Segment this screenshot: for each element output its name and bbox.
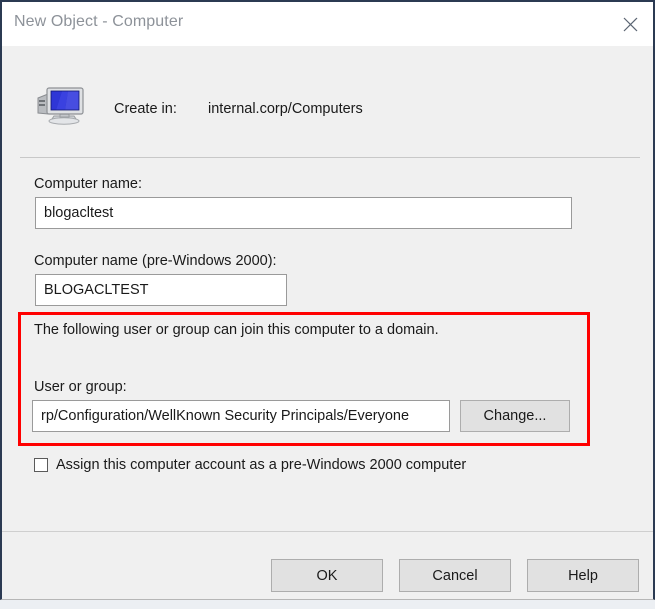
computer-name-input[interactable] xyxy=(35,197,572,229)
title-bar: New Object - Computer xyxy=(2,2,653,46)
create-in-label: Create in: xyxy=(114,101,177,117)
window-title: New Object - Computer xyxy=(14,13,184,30)
new-object-computer-dialog: New Object - Computer Create in: interna… xyxy=(0,0,655,600)
close-icon[interactable] xyxy=(607,2,653,46)
computer-name-label: Computer name: xyxy=(34,176,142,192)
create-in-row: Create in: internal.corp/Computers xyxy=(2,46,653,157)
help-button[interactable]: Help xyxy=(527,559,639,592)
assign-pre-windows-2000-checkbox[interactable]: Assign this computer account as a pre-Wi… xyxy=(34,455,466,475)
cancel-button[interactable]: Cancel xyxy=(399,559,511,592)
footer-separator xyxy=(2,531,653,532)
ok-button[interactable]: OK xyxy=(271,559,383,592)
user-or-group-input[interactable] xyxy=(32,400,450,432)
pre-windows-2000-name-label: Computer name (pre-Windows 2000): xyxy=(34,253,277,269)
computer-monitor-icon xyxy=(34,80,86,128)
header-separator xyxy=(20,157,640,158)
assign-pre-windows-2000-label: Assign this computer account as a pre-Wi… xyxy=(56,457,467,473)
background-window-sliver xyxy=(0,600,655,609)
checkbox-box-icon[interactable] xyxy=(34,458,48,472)
dialog-content: Create in: internal.corp/Computers Compu… xyxy=(2,46,653,599)
user-or-group-label: User or group: xyxy=(34,379,127,395)
domain-join-note: The following user or group can join thi… xyxy=(34,322,439,338)
pre-windows-2000-name-input[interactable] xyxy=(35,274,287,306)
change-button[interactable]: Change... xyxy=(460,400,570,432)
create-in-value: internal.corp/Computers xyxy=(208,101,363,117)
